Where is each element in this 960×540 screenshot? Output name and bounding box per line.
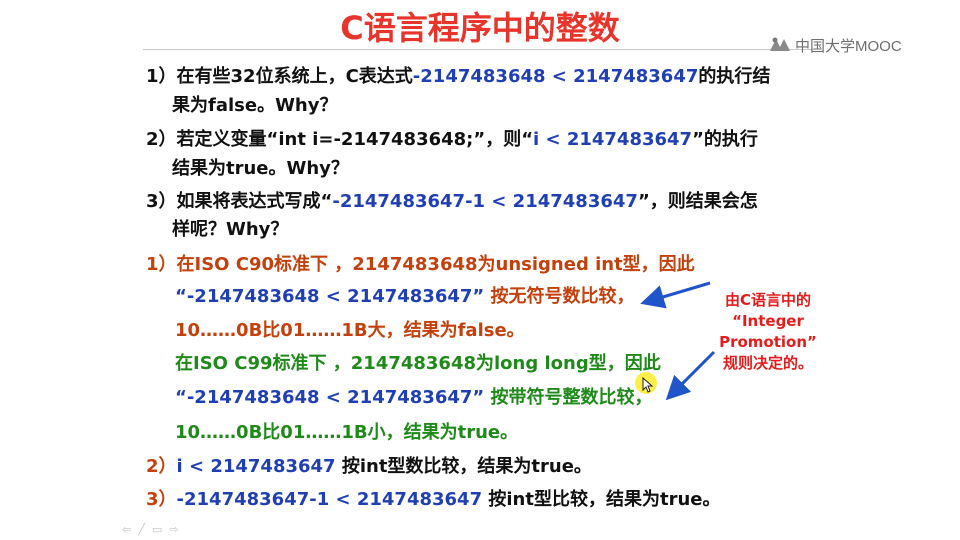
answer-1-c90-text: 1）在ISO C90标准下 ，2147483648为unsigned int型，…: [146, 254, 695, 275]
question-3-text: 3）如果将表达式写成“: [146, 191, 333, 212]
answer-3-number: 3）: [146, 489, 177, 510]
title-divider: [143, 49, 815, 50]
answer-1-c90-result-text: 10……0B比01……1B大，结果为false。: [175, 320, 525, 341]
answer-1-c99-text: 在ISO C99标准下 ，2147483648为long long型，因此: [175, 353, 661, 374]
answer-1-c99-result-text: 10……0B比01……1B小，结果为true。: [175, 422, 519, 443]
answer-1-c99-expression: “-2147483648 < 2147483647”: [175, 387, 485, 408]
answer-2-line: 2）i < 2147483647 按int型数比较，结果为true。: [146, 455, 592, 479]
question-2-continuation: 结果为true。Why？: [172, 158, 349, 179]
question-1-line-2: 果为false。Why？: [172, 94, 337, 118]
slide-navigation: ⇦ ╱ ▭ ⇨: [122, 523, 178, 536]
next-slide-icon[interactable]: ⇨: [169, 523, 178, 536]
question-1-line-1: 1）在有些32位系统上，C表达式-2147483648 < 2147483647…: [146, 65, 770, 89]
answer-1-c99-compare-mode: 按带符号整数比较，: [484, 387, 653, 408]
integer-promotion-note: 由C语言中的 “Integer Promotion” 规则决定的。: [704, 290, 832, 374]
question-3-expression: -2147483647-1 < 2147483647: [332, 191, 638, 212]
pen-tool-icon[interactable]: ╱: [138, 523, 145, 536]
question-3-line-1: 3）如果将表达式写成“-2147483647-1 < 2147483647”，则…: [146, 190, 758, 214]
answer-2-text: 按int型数比较，结果为true。: [335, 456, 592, 477]
answer-1-c90-expression: “-2147483648 < 2147483647”: [175, 286, 485, 307]
question-2-expression: i < 2147483647: [533, 129, 693, 150]
question-3-line-2: 样呢？Why？: [172, 218, 288, 242]
answer-1-c99-comparison: “-2147483648 < 2147483647” 按带符号整数比较，: [175, 386, 653, 410]
answer-3-line: 3）-2147483647-1 < 2147483647 按int型比较，结果为…: [146, 488, 720, 512]
note-line-3: Promotion”: [719, 333, 817, 351]
question-2-line-1: 2）若定义变量“int i=-2147483648;”，则“i < 214748…: [146, 128, 758, 152]
mooc-logo-icon: [770, 37, 790, 51]
question-2-text-end: ”的执行: [692, 129, 758, 150]
mouse-pointer-icon: [642, 377, 654, 393]
question-1-expression: -2147483648 < 2147483647: [412, 66, 699, 87]
question-2-text: 2）若定义变量“int i=-2147483648;”，则“: [146, 129, 534, 150]
answer-1-c90-comparison: “-2147483648 < 2147483647” 按无符号数比较，: [175, 285, 635, 309]
answer-2-number: 2）: [146, 456, 177, 477]
answer-1-c90-compare-mode: 按无符号数比较，: [484, 286, 635, 307]
arrow-to-c90-comparison: [640, 281, 711, 309]
answer-3-expression: -2147483647-1 < 2147483647: [176, 489, 483, 510]
answer-1-c99-line: 在ISO C99标准下 ，2147483648为long long型，因此: [175, 352, 661, 376]
answer-2-expression: i < 2147483647: [176, 456, 336, 477]
note-line-1: 由C语言中的: [724, 291, 811, 309]
answer-1-c99-result: 10……0B比01……1B小，结果为true。: [175, 421, 518, 445]
mooc-logo-text: 中国大学MOOC: [795, 37, 902, 55]
answer-3-text: 按int型比较，结果为true。: [482, 489, 721, 510]
question-3-text-end: ”，则结果会怎: [637, 191, 758, 212]
question-1-continuation: 果为false。Why？: [172, 95, 338, 116]
answer-1-c90-result: 10……0B比01……1B大，结果为false。: [175, 319, 525, 343]
note-line-4: 规则决定的。: [722, 354, 813, 372]
slide-menu-icon[interactable]: ▭: [152, 523, 162, 536]
note-line-2: “Integer: [732, 312, 804, 330]
question-3-continuation: 样呢？Why？: [172, 219, 289, 240]
previous-slide-icon[interactable]: ⇦: [122, 523, 131, 536]
question-2-line-2: 结果为true。Why？: [172, 157, 349, 181]
answer-1-c90-line: 1）在ISO C90标准下 ，2147483648为unsigned int型，…: [146, 253, 695, 277]
question-1-text-end: 的执行结: [698, 66, 771, 87]
mooc-logo: 中国大学MOOC: [769, 35, 902, 55]
question-1-text: 1）在有些32位系统上，C表达式: [146, 66, 413, 87]
